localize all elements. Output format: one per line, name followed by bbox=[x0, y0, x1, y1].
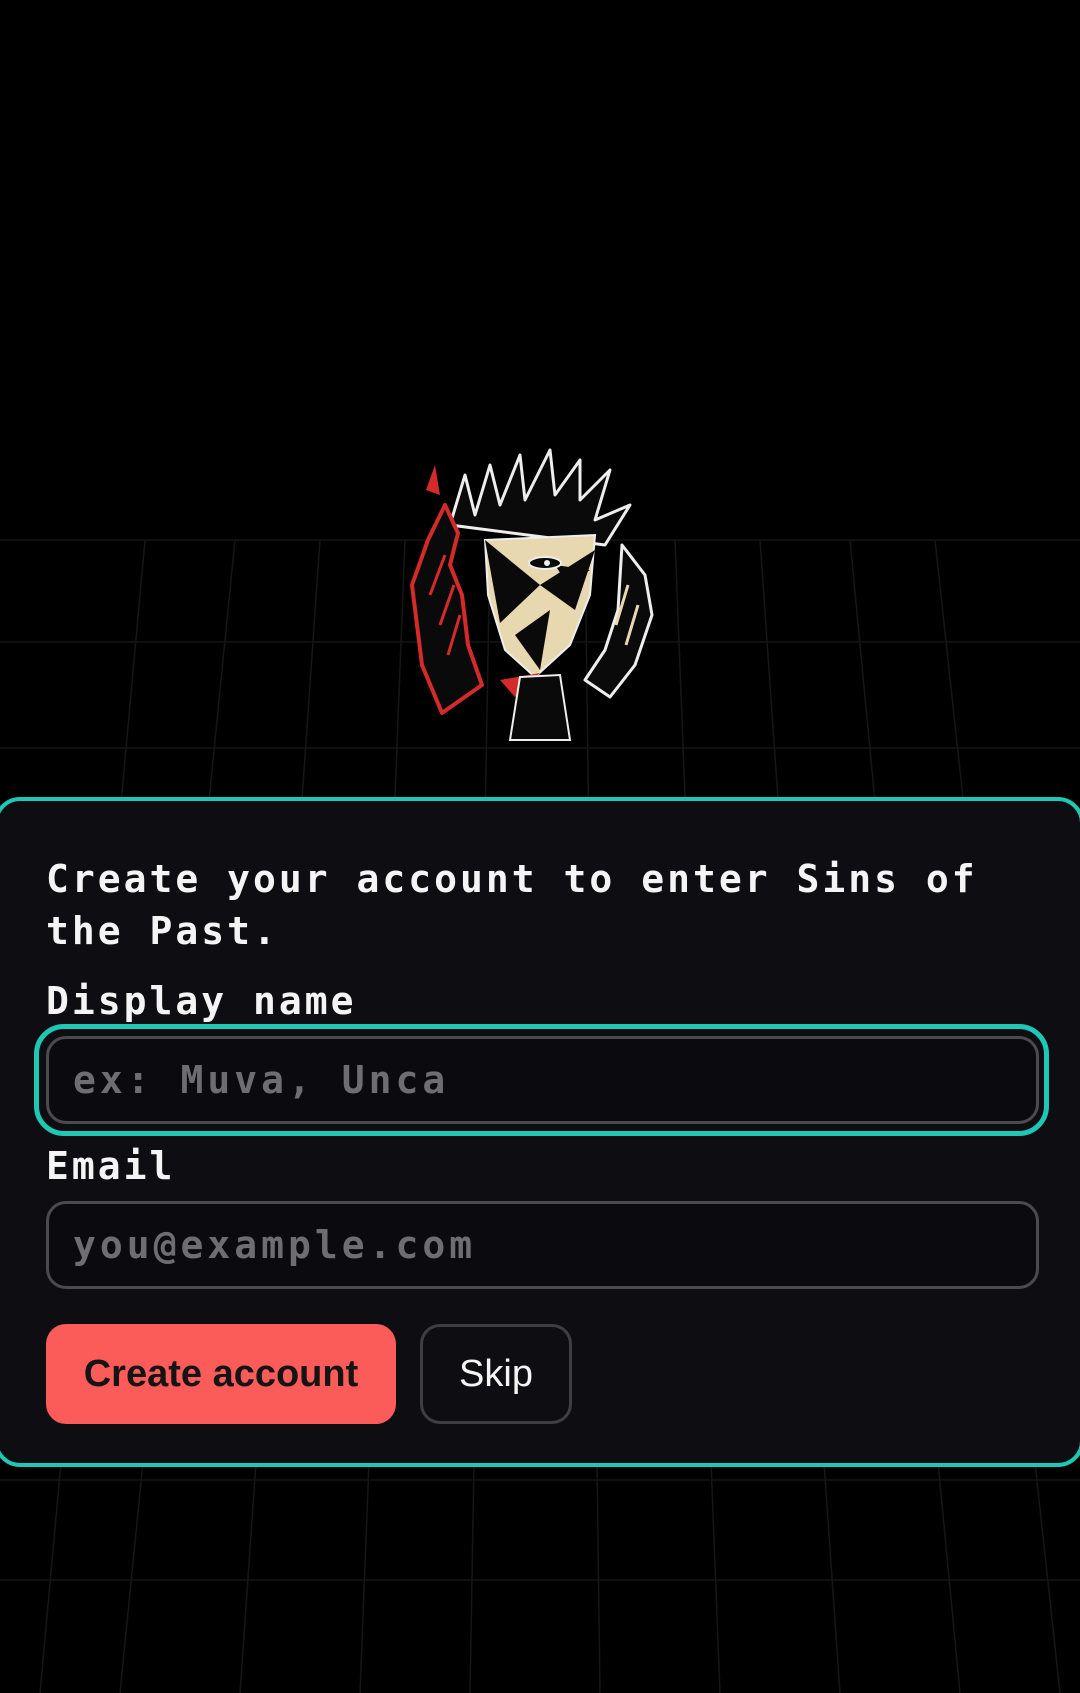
email-input[interactable] bbox=[46, 1201, 1039, 1289]
signup-card: Create your account to enter Sins of the… bbox=[0, 797, 1080, 1467]
signup-title: Create your account to enter Sins of the… bbox=[46, 857, 978, 953]
email-label: Email bbox=[46, 1144, 176, 1188]
anguished-face-illustration bbox=[410, 448, 654, 741]
display-name-label: Display name bbox=[46, 979, 357, 1023]
display-name-input[interactable] bbox=[46, 1036, 1039, 1124]
skip-button[interactable]: Skip bbox=[420, 1324, 572, 1424]
create-account-button[interactable]: Create account bbox=[46, 1324, 396, 1424]
